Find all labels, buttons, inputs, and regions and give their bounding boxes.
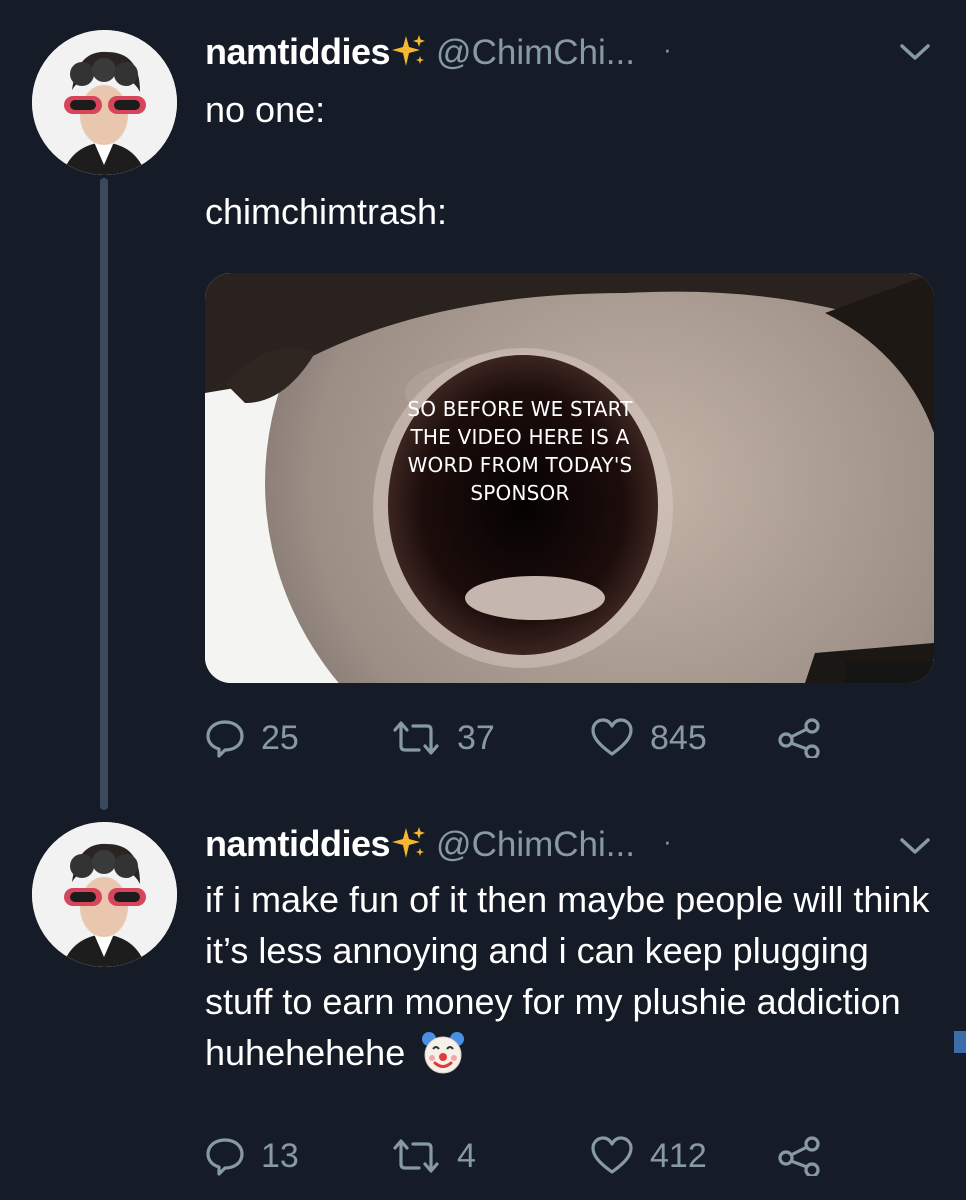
tweet-header: namtiddies @ChimChi... · xyxy=(205,30,672,80)
heart-icon xyxy=(591,1136,633,1174)
avatar[interactable] xyxy=(32,30,177,175)
share-button[interactable] xyxy=(778,713,822,763)
share-icon xyxy=(778,1136,820,1176)
tweet-text: chimchimtrash: xyxy=(205,191,448,232)
like-button[interactable]: 845 xyxy=(590,713,707,763)
twitter-thread-screen: namtiddies @ChimChi... · no one: chimchi… xyxy=(0,0,966,1200)
scrollbar-thumb[interactable] xyxy=(954,1031,966,1053)
separator-dot: · xyxy=(662,34,672,64)
chevron-down-icon[interactable] xyxy=(898,40,932,64)
avatar-image xyxy=(32,822,177,967)
tweet-actions: 25 37 845 xyxy=(205,713,845,763)
reply-button[interactable]: 25 xyxy=(205,713,299,763)
tweet-text: if i make fun of it then maybe people wi… xyxy=(205,879,930,1073)
retweet-count: 37 xyxy=(457,718,495,757)
retweet-icon xyxy=(393,721,439,755)
retweet-icon xyxy=(393,1139,439,1173)
reply-count: 25 xyxy=(261,718,299,757)
tweet-text-block: if i make fun of it then maybe people wi… xyxy=(205,874,935,1078)
sparkles-icon xyxy=(392,34,426,68)
retweet-button[interactable]: 37 xyxy=(391,713,495,763)
tweet-2[interactable]: namtiddies @ChimChi... · if i make fun o… xyxy=(0,800,966,1200)
like-count: 845 xyxy=(650,718,707,757)
heart-icon xyxy=(591,718,633,756)
separator-dot: · xyxy=(662,826,672,856)
reply-button[interactable]: 13 xyxy=(205,1131,299,1181)
meme-caption: SO BEFORE WE START THE VIDEO HERE IS A W… xyxy=(407,397,633,505)
retweet-button[interactable]: 4 xyxy=(391,1131,476,1181)
tweet-text: no one: xyxy=(205,89,326,130)
like-count: 412 xyxy=(650,1136,707,1175)
chevron-down-icon[interactable] xyxy=(898,834,932,858)
avatar[interactable] xyxy=(32,822,177,967)
display-name[interactable]: namtiddies xyxy=(205,31,391,73)
tweet-actions: 13 4 412 xyxy=(205,1131,845,1181)
share-button[interactable] xyxy=(778,1131,822,1181)
reply-icon xyxy=(206,720,244,758)
share-icon xyxy=(778,718,820,758)
tweet-media-image[interactable]: SO BEFORE WE START THE VIDEO HERE IS A W… xyxy=(205,273,934,683)
username-handle[interactable]: @ChimChi... xyxy=(436,33,635,73)
sparkles-icon xyxy=(392,826,426,860)
tweet-header: namtiddies @ChimChi... · xyxy=(205,822,672,872)
reply-icon xyxy=(206,1138,244,1176)
reply-count: 13 xyxy=(261,1136,299,1175)
tweet-1[interactable]: namtiddies @ChimChi... · no one: chimchi… xyxy=(0,0,966,800)
clown-face-icon xyxy=(422,1032,465,1074)
username-handle[interactable]: @ChimChi... xyxy=(436,825,635,865)
retweet-count: 4 xyxy=(457,1136,476,1175)
avatar-image xyxy=(32,30,177,175)
display-name[interactable]: namtiddies xyxy=(205,823,391,865)
like-button[interactable]: 412 xyxy=(590,1131,707,1181)
